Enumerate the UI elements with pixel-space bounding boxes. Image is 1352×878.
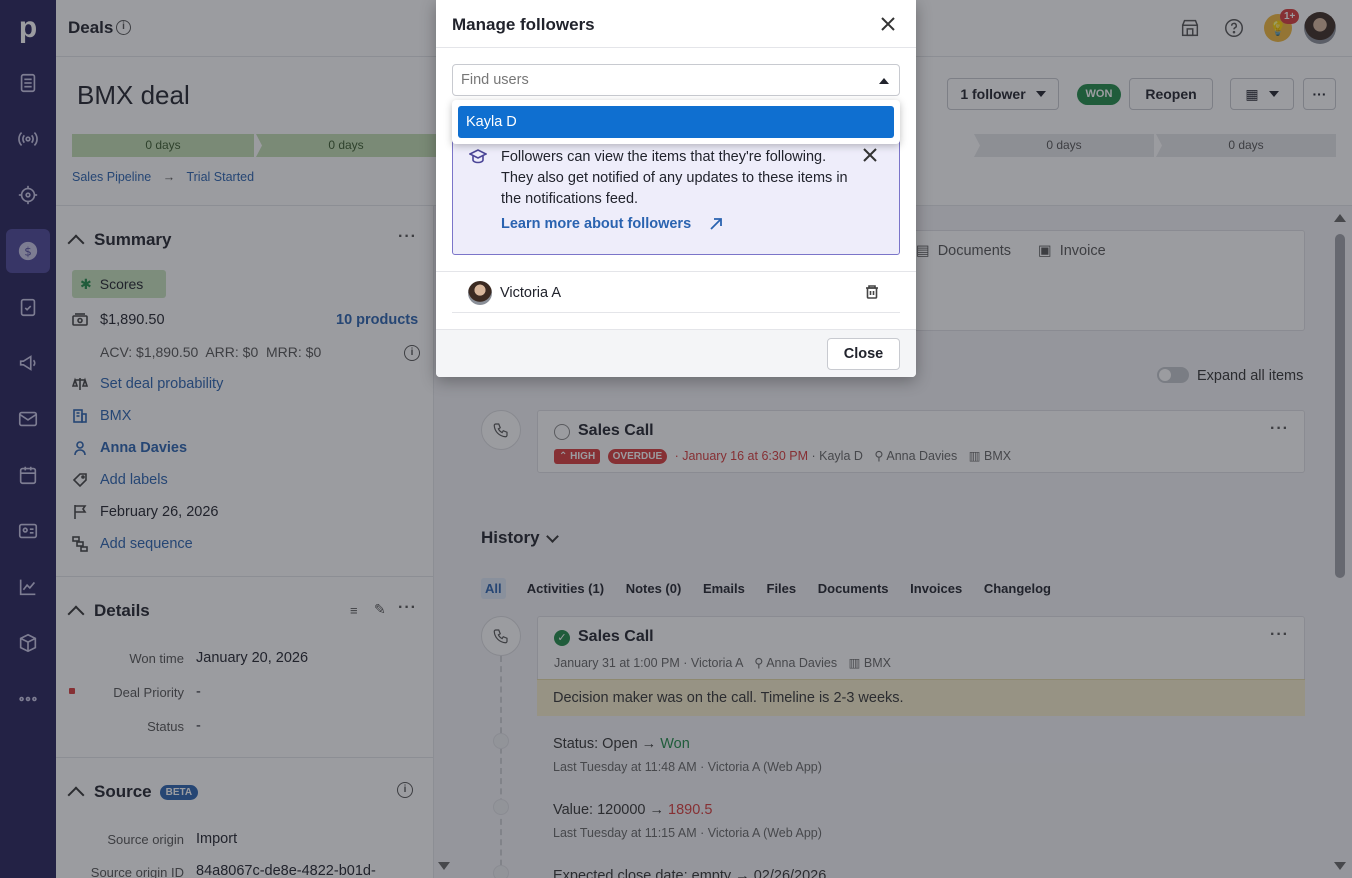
dismiss-info-icon[interactable]: [863, 148, 879, 164]
dropdown-option-kayla-d[interactable]: Kayla D: [458, 106, 894, 138]
manage-followers-modal: Manage followers Followers can view the …: [436, 0, 916, 377]
find-users-select[interactable]: [452, 64, 900, 96]
modal-title: Manage followers: [452, 15, 595, 34]
remove-follower-trash-icon[interactable]: [864, 284, 880, 300]
modal-footer: Close: [436, 329, 916, 377]
learn-more-link[interactable]: Learn more about followers: [501, 216, 723, 232]
graduation-cap-icon: [468, 148, 488, 166]
divider: [436, 47, 916, 48]
follower-name: Victoria A: [500, 285, 561, 301]
follower-row: Victoria A: [452, 272, 900, 313]
modal-close-icon[interactable]: [876, 12, 900, 36]
followers-info-text: Followers can view the items that they'r…: [501, 149, 848, 207]
followers-info-box: Followers can view the items that they'r…: [452, 137, 900, 255]
users-dropdown: Kayla D: [452, 100, 900, 144]
follower-avatar: [468, 281, 492, 305]
learn-more-label: Learn more about followers: [501, 216, 692, 232]
close-button[interactable]: Close: [827, 338, 900, 370]
external-arrow-icon: [710, 218, 723, 230]
caret-up-icon[interactable]: [879, 78, 889, 84]
find-users-input[interactable]: [453, 65, 853, 95]
